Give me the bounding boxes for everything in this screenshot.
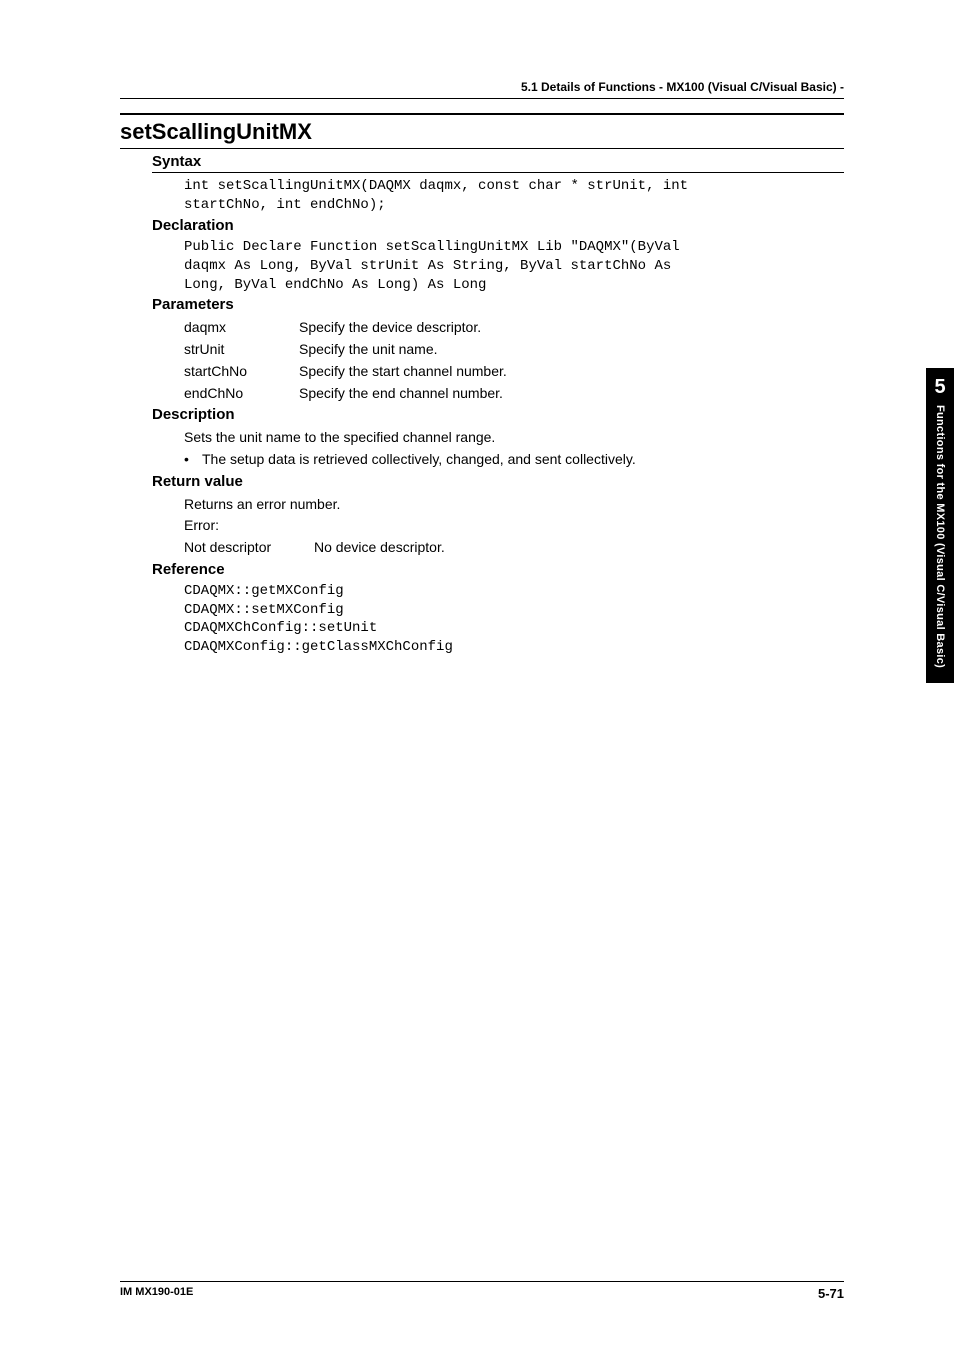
breadcrumb-header: 5.1 Details of Functions - MX100 (Visual… (120, 80, 844, 99)
description-bullet: • The setup data is retrieved collective… (184, 449, 844, 471)
parameters-heading: Parameters (152, 296, 844, 313)
return-value-error-label: Error: (184, 515, 844, 537)
declaration-heading: Declaration (152, 217, 844, 234)
description-heading: Description (152, 406, 844, 423)
param-row: endChNo Specify the end channel number. (184, 383, 844, 405)
chapter-title: Functions for the MX100 (Visual C/Visual… (934, 405, 946, 668)
error-desc: No device descriptor. (314, 537, 844, 559)
footer-doc-id: IM MX190-01E (120, 1286, 193, 1301)
error-row: Not descriptor No device descriptor. (184, 537, 844, 559)
param-desc: Specify the unit name. (299, 339, 844, 361)
syntax-heading: Syntax (152, 153, 844, 173)
param-name: startChNo (184, 361, 299, 383)
chapter-number: 5 (926, 376, 954, 399)
param-desc: Specify the end channel number. (299, 383, 844, 405)
param-name: strUnit (184, 339, 299, 361)
param-desc: Specify the device descriptor. (299, 317, 844, 339)
syntax-code: int setScallingUnitMX(DAQMX daqmx, const… (184, 177, 844, 215)
param-desc: Specify the start channel number. (299, 361, 844, 383)
reference-code: CDAQMX::getMXConfig CDAQMX::setMXConfig … (184, 582, 844, 658)
param-name: daqmx (184, 317, 299, 339)
declaration-code: Public Declare Function setScallingUnitM… (184, 238, 844, 295)
return-value-text: Returns an error number. (184, 494, 844, 516)
param-name: endChNo (184, 383, 299, 405)
chapter-side-tab: 5 Functions for the MX100 (Visual C/Visu… (926, 368, 954, 683)
return-value-heading: Return value (152, 473, 844, 490)
description-text: Sets the unit name to the specified chan… (184, 427, 844, 449)
param-row: startChNo Specify the start channel numb… (184, 361, 844, 383)
footer-page-number: 5-71 (818, 1286, 844, 1301)
error-name: Not descriptor (184, 537, 314, 559)
param-row: daqmx Specify the device descriptor. (184, 317, 844, 339)
page-footer: IM MX190-01E 5-71 (120, 1281, 844, 1301)
reference-heading: Reference (152, 561, 844, 578)
param-row: strUnit Specify the unit name. (184, 339, 844, 361)
function-title: setScallingUnitMX (120, 113, 844, 149)
bullet-icon: • (184, 449, 202, 471)
bullet-text: The setup data is retrieved collectively… (202, 449, 636, 471)
